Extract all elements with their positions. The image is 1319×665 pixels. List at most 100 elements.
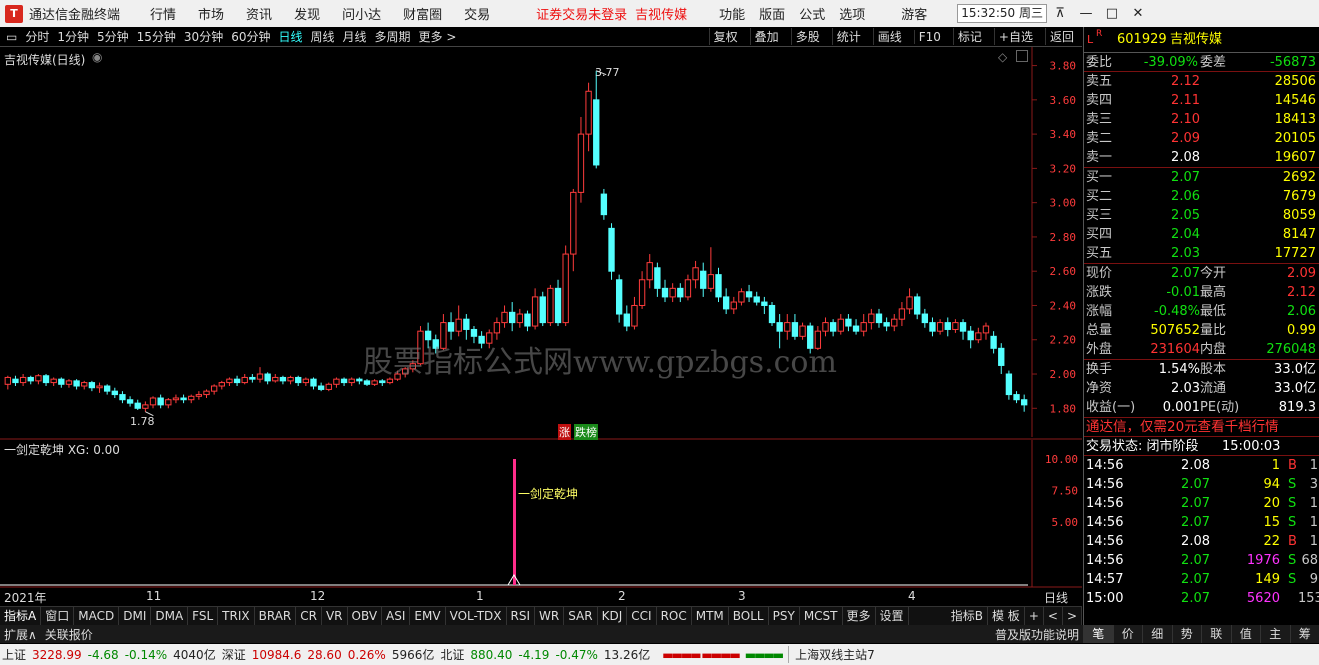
expand-tab[interactable]: 扩展∧ — [4, 626, 37, 643]
indicator-tab[interactable]: WR — [535, 606, 565, 626]
btn-biaoji[interactable]: 标记 — [952, 28, 986, 45]
minimize-icon[interactable]: — — [1073, 6, 1099, 21]
indicator-tab[interactable]: RSI — [507, 606, 536, 626]
edition-note[interactable]: 普及版功能说明 — [995, 626, 1079, 643]
period-60min[interactable]: 60分钟 — [231, 28, 270, 45]
btn-duogu[interactable]: 多股 — [790, 28, 824, 45]
period-more[interactable]: 更多 > — [419, 28, 457, 45]
indicator-tab[interactable]: DMI — [119, 606, 152, 626]
watermark: 股票指标公式网www.gpzbgs.com — [363, 345, 837, 380]
period-15min[interactable]: 15分钟 — [137, 28, 176, 45]
indicator-tab[interactable]: OBV — [348, 606, 383, 626]
menu-xuanxiang[interactable]: 选项 — [839, 4, 865, 23]
indicator-tab[interactable]: 窗口 — [41, 606, 75, 626]
indicator-tab[interactable]: 指标A — [0, 606, 42, 626]
period-daily[interactable]: 日线 — [278, 28, 302, 45]
menu-hangqing[interactable]: 行情 — [150, 4, 176, 23]
bz-label[interactable]: 北证 — [440, 646, 464, 663]
l-r-icon[interactable]: L — [1087, 27, 1093, 53]
high-label: 3.77 — [595, 66, 620, 79]
maximize-icon[interactable]: □ — [1099, 6, 1125, 21]
indicator-tab[interactable]: BOLL — [729, 606, 769, 626]
side-tab[interactable]: 细 — [1142, 625, 1172, 643]
indicator-tab[interactable]: ROC — [657, 606, 692, 626]
indicator-tab[interactable]: SAR — [564, 606, 598, 626]
side-tab[interactable]: 筹 — [1289, 625, 1319, 643]
indicator-tab-nav[interactable]: 模 板 — [988, 606, 1025, 626]
side-tab[interactable]: 笔 — [1083, 625, 1113, 643]
indicator-tab-nav[interactable]: > — [1063, 606, 1082, 626]
related-quotes-tab[interactable]: 关联报价 — [45, 626, 93, 643]
indicator-tab[interactable]: PSY — [769, 606, 800, 626]
indicator-tab[interactable]: 更多 — [843, 606, 876, 626]
expand-icon[interactable] — [1016, 50, 1028, 62]
indicator-tab[interactable]: VR — [322, 606, 348, 626]
btn-fanhui[interactable]: 返回 — [1044, 28, 1078, 45]
btn-f10[interactable]: F10 — [913, 29, 945, 44]
btn-huaxian[interactable]: 画线 — [872, 28, 906, 45]
btn-zixuan[interactable]: +自选 — [993, 28, 1037, 45]
menu-banmian[interactable]: 版面 — [759, 4, 785, 23]
side-tab[interactable]: 联 — [1201, 625, 1231, 643]
indicator-tab-nav[interactable]: < — [1044, 606, 1063, 626]
pin-icon[interactable]: ⊼ — [1047, 6, 1073, 21]
promo-text[interactable]: 通达信，仅需20元查看千档行情 — [1086, 418, 1279, 437]
indicator-tab-nav[interactable]: + — [1025, 606, 1044, 626]
indicator-tab[interactable]: ASI — [382, 606, 411, 626]
indicator-tab[interactable]: 设置 — [876, 606, 909, 626]
menu-gongneng[interactable]: 功能 — [719, 4, 745, 23]
indicator-tab[interactable]: MCST — [800, 606, 843, 626]
btn-tongji[interactable]: 统计 — [831, 28, 865, 45]
candle-body — [615, 279, 623, 315]
indicator-tab[interactable]: CR — [296, 606, 322, 626]
btn-diejia[interactable]: 叠加 — [749, 28, 783, 45]
candle-body — [157, 397, 164, 406]
indicator-tab[interactable]: CCI — [627, 606, 657, 626]
period-fenshi[interactable]: 分时 — [25, 28, 49, 45]
side-tab[interactable]: 值 — [1230, 625, 1261, 643]
indicator-tab[interactable]: FSL — [188, 606, 219, 626]
indicator-tab[interactable]: MACD — [74, 606, 120, 626]
indicator-tab[interactable]: EMV — [410, 606, 446, 626]
kline-chart-svg[interactable]: 3.80 3.60 3.40 3.20 3.00 2.80 2.60 2.40 2.20 2.00… — [0, 47, 1082, 605]
tick-count: 1 — [1309, 515, 1318, 530]
toolbar-menu-icon[interactable]: ▭ — [6, 30, 17, 44]
stat-label: 最高 — [1200, 285, 1227, 300]
server-name[interactable]: 上海双线主站7 — [788, 646, 875, 663]
period-1min[interactable]: 1分钟 — [57, 28, 89, 45]
candle-body — [554, 287, 562, 324]
period-5min[interactable]: 5分钟 — [97, 28, 129, 45]
indicator-tab[interactable]: KDJ — [598, 606, 628, 626]
period-weekly[interactable]: 周线 — [311, 28, 335, 45]
indicator-tab[interactable]: VOL-TDX — [446, 606, 507, 626]
stat-label: 净资 — [1086, 381, 1113, 396]
price-tick-label: 3.80 — [1050, 60, 1077, 73]
period-30min[interactable]: 30分钟 — [184, 28, 223, 45]
guest-user[interactable]: 游客 — [901, 4, 927, 23]
menu-gongshi[interactable]: 公式 — [799, 4, 825, 23]
indicator-tab[interactable]: BRAR — [255, 606, 297, 626]
sh-label[interactable]: 上证 — [2, 646, 26, 663]
side-tab[interactable]: 主 — [1260, 625, 1290, 643]
indicator-tab-nav[interactable]: 指标B — [947, 606, 988, 626]
kline-chart-area[interactable]: 3.80 3.60 3.40 3.20 3.00 2.80 2.60 2.40 2.20 2.00… — [0, 47, 1082, 605]
indicator-tab[interactable]: TRIX — [218, 606, 255, 626]
login-warning[interactable]: 证券交易未登录 — [536, 4, 627, 23]
sz-label[interactable]: 深证 — [222, 646, 246, 663]
diamond-icon[interactable]: ◇ — [998, 50, 1007, 64]
menu-jiaoyi[interactable]: 交易 — [464, 4, 490, 23]
menu-faxian[interactable]: 发现 — [294, 4, 320, 23]
period-multi[interactable]: 多周期 — [375, 28, 411, 45]
menu-caifuquan[interactable]: 财富圈 — [403, 4, 442, 23]
menu-wenxiaoda[interactable]: 问小达 — [342, 4, 381, 23]
period-monthly[interactable]: 月线 — [343, 28, 367, 45]
indicator-tab[interactable]: MTM — [692, 606, 729, 626]
side-tab[interactable]: 势 — [1171, 625, 1202, 643]
btn-fuquan[interactable]: 复权 — [708, 28, 742, 45]
close-icon[interactable]: ✕ — [1125, 6, 1151, 21]
side-tab[interactable]: 价 — [1112, 625, 1143, 643]
menu-zixun[interactable]: 资讯 — [246, 4, 272, 23]
menu-shichang[interactable]: 市场 — [198, 4, 224, 23]
indicator-tab[interactable]: DMA — [151, 606, 189, 626]
chart-settings-icon[interactable]: ◉ — [92, 50, 102, 64]
